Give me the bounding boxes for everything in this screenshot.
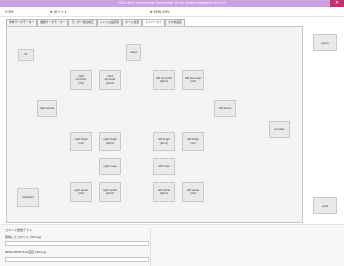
- open-button[interactable]: open: [313, 34, 337, 51]
- servo-right-shoulder-roll-button[interactable]: right shoulder (roll): [70, 70, 92, 90]
- servo-right-thigh-roll-button[interactable]: right thigh (roll): [70, 132, 92, 151]
- port-select-value: ポート1: [53, 10, 67, 14]
- received-command-label: 受信したコマンド (String): [5, 235, 42, 239]
- servo-left-shoulder-pitch-button[interactable]: left shoulder (pitch): [153, 70, 175, 90]
- window-titlebar: RCB-4HV Command Generator UI for Robot N…: [0, 0, 344, 7]
- command-test-area: コマンド送信テスト 受信したコマンド (String) REVA-MHD Hub…: [0, 224, 344, 266]
- servo-right-ankle-roll-button[interactable]: right ankle (roll): [70, 182, 92, 202]
- servo-head-button[interactable]: head: [126, 44, 141, 61]
- tab-trim[interactable]: ランダー版出補正: [68, 19, 97, 26]
- window-title: RCB-4HV Command Generator UI for Robot N…: [118, 1, 226, 5]
- chevron-down-icon: ▼: [150, 10, 153, 14]
- servo-right-ankle-pitch-button[interactable]: right ankle (pitch): [99, 182, 121, 202]
- mode-select-value: KHR-3HV: [153, 10, 170, 14]
- servo-left-ankle-pitch-button[interactable]: left ankle (pitch): [153, 182, 175, 202]
- servo-s1-button[interactable]: S1: [18, 49, 34, 61]
- tab-single-servo[interactable]: 単体サーボモーター: [6, 19, 38, 26]
- divider: [150, 228, 151, 266]
- servo-waistsail-button[interactable]: waistsail: [17, 188, 39, 207]
- servo-left-ankle-roll-button[interactable]: left ankle (roll): [182, 182, 204, 202]
- servo-right-shoulder-pitch-button[interactable]: right shoulder (pitch): [99, 70, 121, 90]
- servo-right-knee-button[interactable]: right knee: [99, 158, 121, 175]
- servo-left-thigh-pitch-button[interactable]: left thigh (pitch): [153, 132, 175, 151]
- servo-right-thigh-pitch-button[interactable]: right thigh (pitch): [99, 132, 121, 151]
- servo-lucostar-button[interactable]: lucostar: [269, 121, 290, 138]
- tab-gyro[interactable]: ジャイロ設定値: [96, 19, 123, 26]
- tab-other[interactable]: その他設定: [164, 19, 185, 26]
- servo-right-elbow-button[interactable]: right elbow: [37, 100, 57, 117]
- servo-left-shoulder-roll-button[interactable]: left shoulder (roll): [182, 70, 204, 90]
- servo-left-thigh-roll-button[interactable]: left thigh (roll): [182, 132, 204, 151]
- servo-left-knee-button[interactable]: left knee: [153, 158, 175, 175]
- tab-strip: 単体サーボモーター 複数サーボモーター ランダー版出補正 ジャイロ設定値 ホーム…: [6, 19, 185, 27]
- hub-direct-field[interactable]: [5, 257, 149, 262]
- chevron-down-icon: ▼: [50, 10, 53, 14]
- tab-home[interactable]: ホーム位置: [122, 19, 143, 26]
- section-label: コマンド送信テスト: [5, 228, 33, 232]
- close-button[interactable]: ✕: [330, 0, 344, 7]
- port-select[interactable]: ▼ ポート1: [50, 7, 67, 17]
- selector-bar: COM ▼ ポート1 ▼ KHR-3HV: [0, 7, 344, 17]
- hub-direct-label: REVA-MHD Hub直接 (String): [5, 250, 47, 254]
- received-command-field[interactable]: [5, 241, 149, 246]
- servo-left-elbow-button[interactable]: left elbow: [214, 100, 236, 117]
- servo-panel: S1 head right shoulder (roll) right shou…: [6, 26, 303, 223]
- exit-button[interactable]: exit: [313, 197, 337, 214]
- tab-multi-servo[interactable]: 複数サーボモーター: [37, 19, 69, 26]
- mode-select[interactable]: ▼ KHR-3HV: [150, 7, 170, 17]
- port-label: COM: [5, 10, 14, 14]
